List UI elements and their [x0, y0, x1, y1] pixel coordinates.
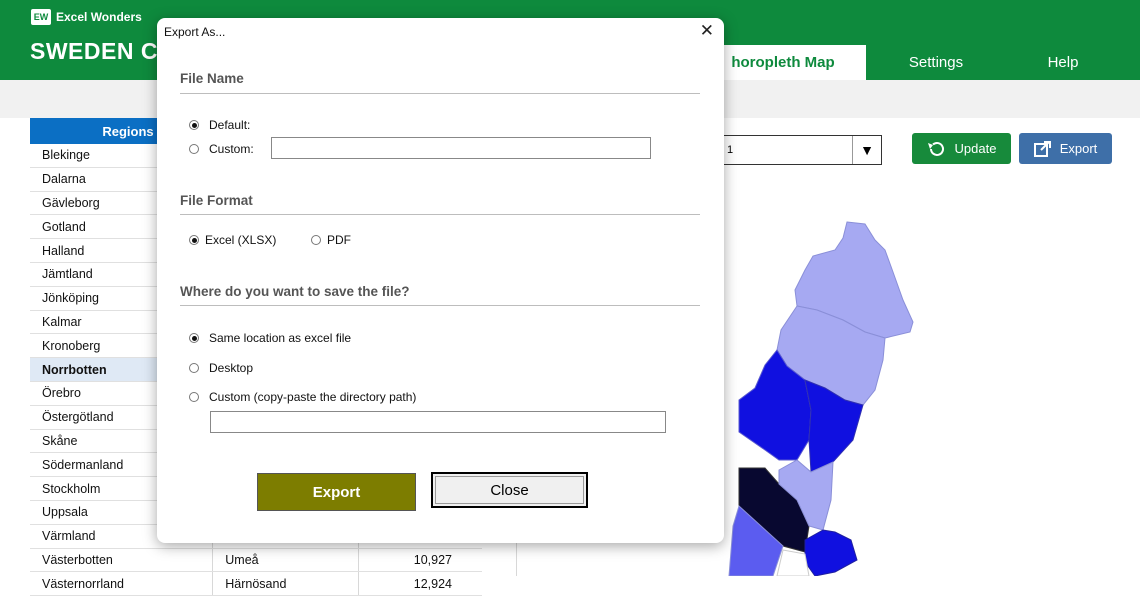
radio-custom-path[interactable] [189, 392, 199, 402]
file-format-heading: File Format [180, 193, 253, 208]
radio-desktop[interactable] [189, 363, 199, 373]
file-format-divider [180, 214, 700, 215]
region-name[interactable]: Västerbotten [30, 548, 214, 572]
dialog-close-button[interactable]: Close [431, 472, 588, 508]
region-capital: Umeå [213, 548, 360, 572]
map-region-stockholm[interactable] [776, 549, 810, 576]
radio-xlsx[interactable] [189, 235, 199, 245]
export-dialog: Export As... ✕ File Name Default: Custom… [157, 18, 724, 543]
save-desktop-option[interactable]: Desktop [189, 361, 253, 375]
tab-help[interactable]: Help [1020, 45, 1106, 80]
export-icon [1033, 140, 1051, 157]
format-pdf-label: PDF [327, 233, 351, 247]
map-dropdown[interactable]: 1 ▼ [708, 135, 882, 165]
save-custom-path-option[interactable]: Custom (copy-paste the directory path) [189, 390, 416, 404]
file-name-default-label: Default: [209, 118, 251, 132]
tab-choropleth-map[interactable]: horopleth Map [700, 45, 866, 80]
format-xlsx-option[interactable]: Excel (XLSX) [189, 233, 276, 247]
file-name-heading: File Name [180, 71, 244, 86]
tab-settings[interactable]: Settings [886, 45, 986, 80]
brand-logo-icon: EW [31, 9, 51, 25]
save-same-location-option[interactable]: Same location as excel file [189, 331, 351, 345]
brand-name: Excel Wonders [56, 10, 142, 24]
export-button-label: Export [1059, 141, 1098, 156]
close-icon[interactable]: ✕ [700, 21, 714, 41]
dialog-export-button[interactable]: Export [257, 473, 416, 511]
export-button[interactable]: Export [1019, 133, 1112, 164]
save-location-divider [180, 305, 700, 306]
radio-default[interactable] [189, 120, 199, 130]
save-location-heading: Where do you want to save the file? [180, 284, 410, 299]
file-name-divider [180, 93, 700, 94]
brand-logo: EW Excel Wonders [31, 9, 142, 25]
dialog-title: Export As... [164, 25, 226, 39]
save-custom-path-label: Custom (copy-paste the directory path) [209, 390, 417, 404]
custom-path-input[interactable] [210, 411, 666, 433]
save-same-location-label: Same location as excel file [209, 331, 352, 345]
radio-same-location[interactable] [189, 333, 199, 343]
app-title: SWEDEN CH [30, 38, 176, 64]
file-name-custom-option[interactable]: Custom: [189, 142, 254, 156]
update-button-label: Update [954, 141, 997, 156]
format-pdf-option[interactable]: PDF [311, 233, 351, 247]
region-value: 10,927 [413, 552, 452, 567]
file-name-default-option[interactable]: Default: [189, 118, 250, 132]
radio-pdf[interactable] [311, 235, 321, 245]
sweden-choropleth-map [728, 221, 914, 576]
custom-file-name-input[interactable] [271, 137, 651, 159]
update-button[interactable]: Update [912, 133, 1011, 164]
table-row[interactable]: Västerbotten Umeå 10,927 [30, 548, 482, 573]
map-region-uppsala[interactable] [804, 529, 858, 576]
radio-custom-name[interactable] [189, 144, 199, 154]
refresh-icon [927, 141, 944, 156]
file-name-custom-label: Custom: [209, 142, 254, 156]
save-desktop-label: Desktop [209, 361, 254, 375]
format-xlsx-label: Excel (XLSX) [205, 233, 277, 247]
chevron-down-icon[interactable]: ▼ [852, 136, 881, 164]
dropdown-value: 1 [727, 144, 734, 156]
